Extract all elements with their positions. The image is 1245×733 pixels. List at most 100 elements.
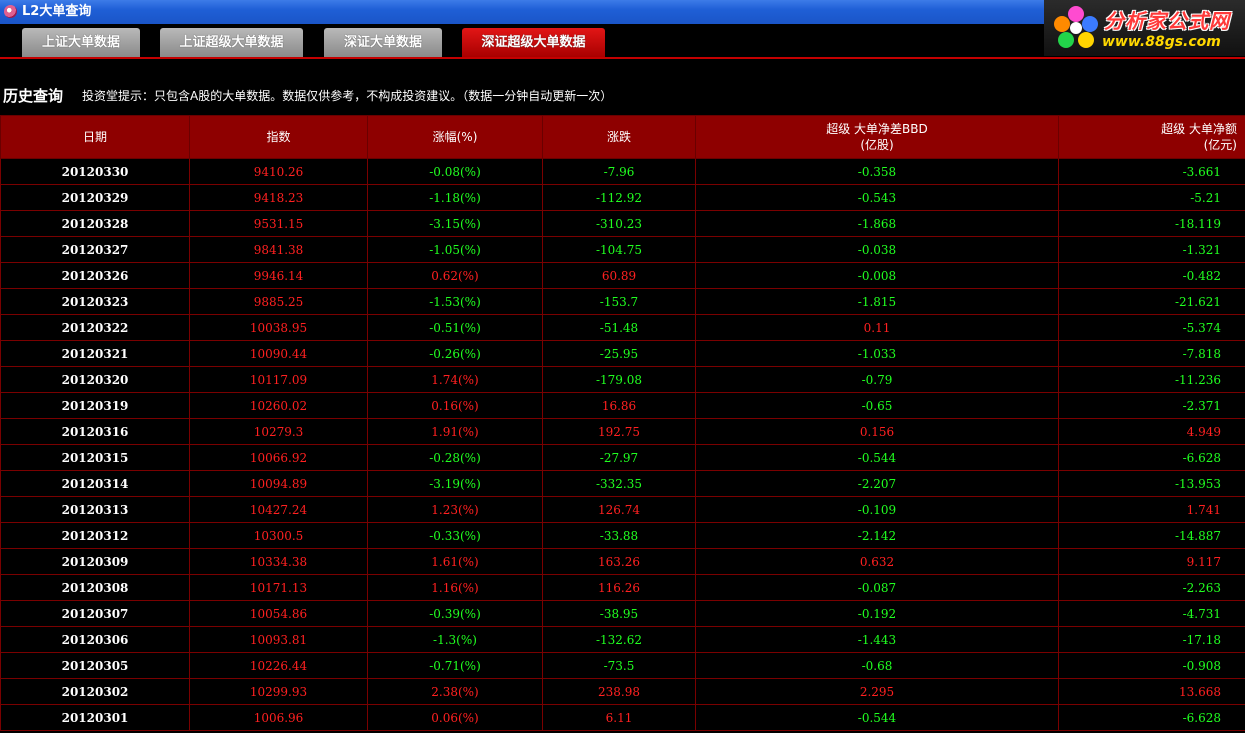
cell-change: 192.75 — [542, 418, 696, 445]
cell-amount: -1.321 — [1058, 236, 1245, 263]
cell-change: 238.98 — [542, 678, 696, 705]
cell-index: 10260.02 — [189, 392, 368, 419]
cell-amount: -2.371 — [1058, 392, 1245, 419]
cell-change: 163.26 — [542, 548, 696, 575]
cell-date: 20120328 — [0, 210, 190, 237]
cell-date: 20120307 — [0, 600, 190, 627]
brand-name: 分析家公式网 — [1104, 9, 1230, 33]
table-row[interactable]: 20120326 9946.14 0.62(%) 60.89 -0.008 -0.482 — [0, 262, 1245, 289]
cell-change: -104.75 — [542, 236, 696, 263]
cell-pct: -0.28(%) — [367, 444, 543, 471]
table-row[interactable]: 20120315 10066.92 -0.28(%) -27.97 -0.544 -6.6… — [0, 444, 1245, 471]
cell-change: 126.74 — [542, 496, 696, 523]
cell-bbd: 0.632 — [695, 548, 1059, 575]
col-bbd-unit: (亿股) — [860, 138, 894, 152]
tab-bar: 上证大单数据 上证超级大单数据 深证大单数据 深证超级大单数据 — [0, 26, 1044, 58]
cell-amount: -2.263 — [1058, 574, 1245, 601]
cell-date: 20120330 — [0, 158, 190, 185]
cell-change: 116.26 — [542, 574, 696, 601]
table-row[interactable]: 20120306 10093.81 -1.3(%) -132.62 -1.443 -17.… — [0, 626, 1245, 653]
cell-change: 6.11 — [542, 704, 696, 731]
cell-pct: 1.74(%) — [367, 366, 543, 393]
cell-date: 20120302 — [0, 678, 190, 705]
cell-amount: -6.628 — [1058, 444, 1245, 471]
table-row[interactable]: 20120307 10054.86 -0.39(%) -38.95 -0.192 -4.7… — [0, 600, 1245, 627]
cell-pct: -1.05(%) — [367, 236, 543, 263]
cell-bbd: -0.79 — [695, 366, 1059, 393]
table-row[interactable]: 20120301 1006.96 0.06(%) 6.11 -0.544 -6.628 — [0, 704, 1245, 731]
tab-sz-large[interactable]: 深证大单数据 — [324, 28, 442, 57]
table-row[interactable]: 20120302 10299.93 2.38(%) 238.98 2.295 13.668 — [0, 678, 1245, 705]
app-icon — [4, 5, 17, 18]
cell-bbd: -0.65 — [695, 392, 1059, 419]
cell-date: 20120308 — [0, 574, 190, 601]
table-row[interactable]: 20120312 10300.5 -0.33(%) -33.88 -2.142 -14.8… — [0, 522, 1245, 549]
cell-amount: 4.949 — [1058, 418, 1245, 445]
history-title: 历史查询 — [3, 87, 64, 105]
cell-amount: -6.628 — [1058, 704, 1245, 731]
cell-date: 20120316 — [0, 418, 190, 445]
cell-bbd: -1.443 — [695, 626, 1059, 653]
cell-date: 20120327 — [0, 236, 190, 263]
cell-bbd: -0.109 — [695, 496, 1059, 523]
table-row[interactable]: 20120327 9841.38 -1.05(%) -104.75 -0.038 -1.3… — [0, 236, 1245, 263]
table-row[interactable]: 20120320 10117.09 1.74(%) -179.08 -0.79 -11.2… — [0, 366, 1245, 393]
cell-index: 10427.24 — [189, 496, 368, 523]
tab-sh-super[interactable]: 上证超级大单数据 — [160, 28, 303, 57]
cell-change: -332.35 — [542, 470, 696, 497]
col-date: 日期 — [0, 115, 190, 159]
cell-amount: -14.887 — [1058, 522, 1245, 549]
cell-change: -51.48 — [542, 314, 696, 341]
cell-index: 9418.23 — [189, 184, 368, 211]
table-row[interactable]: 20120316 10279.3 1.91(%) 192.75 0.156 4.949 — [0, 418, 1245, 445]
table-row[interactable]: 20120314 10094.89 -3.19(%) -332.35 -2.207 -13… — [0, 470, 1245, 497]
cell-index: 1006.96 — [189, 704, 368, 731]
cell-amount: 9.117 — [1058, 548, 1245, 575]
cell-amount: -5.21 — [1058, 184, 1245, 211]
cell-amount: -21.621 — [1058, 288, 1245, 315]
table-row[interactable]: 20120329 9418.23 -1.18(%) -112.92 -0.543 -5.2… — [0, 184, 1245, 211]
table-row[interactable]: 20120330 9410.26 -0.08(%) -7.96 -0.358 -3.661 — [0, 158, 1245, 185]
cell-index: 10279.3 — [189, 418, 368, 445]
cell-pct: 0.06(%) — [367, 704, 543, 731]
window-title: L2大单查询 — [22, 4, 92, 19]
table-row[interactable]: 20120305 10226.44 -0.71(%) -73.5 -0.68 -0.908 — [0, 652, 1245, 679]
cell-bbd: -0.192 — [695, 600, 1059, 627]
cell-change: -7.96 — [542, 158, 696, 185]
cell-amount: -7.818 — [1058, 340, 1245, 367]
cell-index: 10094.89 — [189, 470, 368, 497]
cell-pct: -3.19(%) — [367, 470, 543, 497]
cell-date: 20120314 — [0, 470, 190, 497]
cell-index: 10334.38 — [189, 548, 368, 575]
tab-sh-large[interactable]: 上证大单数据 — [22, 28, 140, 57]
cell-index: 10171.13 — [189, 574, 368, 601]
table-row[interactable]: 20120313 10427.24 1.23(%) 126.74 -0.109 1.741 — [0, 496, 1245, 523]
cell-date: 20120305 — [0, 652, 190, 679]
cell-bbd: -0.008 — [695, 262, 1059, 289]
tab-sz-super[interactable]: 深证超级大单数据 — [462, 28, 605, 57]
cell-pct: -3.15(%) — [367, 210, 543, 237]
col-bbd-label: 超级 大单净差BBD — [826, 122, 928, 136]
tab-divider — [0, 57, 1245, 59]
table-row[interactable]: 20120309 10334.38 1.61(%) 163.26 0.632 9.117 — [0, 548, 1245, 575]
cell-bbd: 0.11 — [695, 314, 1059, 341]
table-row[interactable]: 20120308 10171.13 1.16(%) 116.26 -0.087 -2.26… — [0, 574, 1245, 601]
cell-amount: -3.661 — [1058, 158, 1245, 185]
cell-bbd: -0.087 — [695, 574, 1059, 601]
cell-index: 10226.44 — [189, 652, 368, 679]
cell-index: 9531.15 — [189, 210, 368, 237]
cell-bbd: -0.68 — [695, 652, 1059, 679]
cell-date: 20120326 — [0, 262, 190, 289]
cell-pct: 0.62(%) — [367, 262, 543, 289]
table-row[interactable]: 20120328 9531.15 -3.15(%) -310.23 -1.868 -18.… — [0, 210, 1245, 237]
cell-bbd: -1.815 — [695, 288, 1059, 315]
table-row[interactable]: 20120322 10038.95 -0.51(%) -51.48 0.11 -5.374 — [0, 314, 1245, 341]
table-row[interactable]: 20120321 10090.44 -0.26(%) -25.95 -1.033 -7.8… — [0, 340, 1245, 367]
table-row[interactable]: 20120319 10260.02 0.16(%) 16.86 -0.65 -2.371 — [0, 392, 1245, 419]
table-row[interactable]: 20120323 9885.25 -1.53(%) -153.7 -1.815 -21.6… — [0, 288, 1245, 315]
col-pct: 涨幅(%) — [367, 115, 543, 159]
cell-bbd: -0.038 — [695, 236, 1059, 263]
cell-bbd: -0.544 — [695, 444, 1059, 471]
cell-bbd: 0.156 — [695, 418, 1059, 445]
cell-pct: 1.23(%) — [367, 496, 543, 523]
